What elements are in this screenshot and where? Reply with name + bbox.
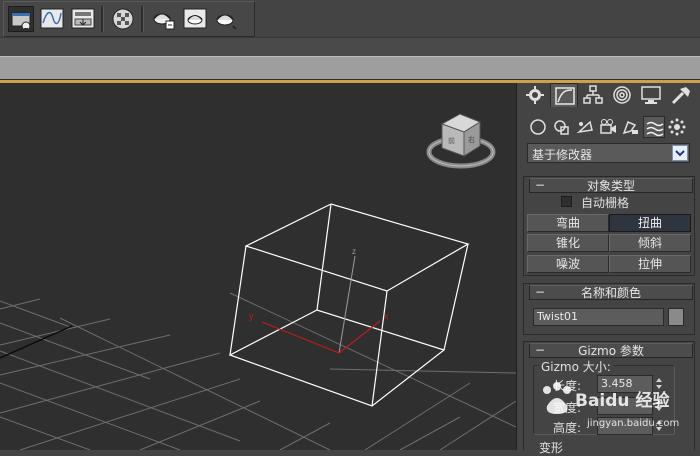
helpers-icon[interactable] <box>620 116 642 138</box>
display-tab-icon[interactable] <box>637 83 665 107</box>
autogrid-label: 自动栅格 <box>581 196 630 210</box>
noise-button[interactable]: 噪波 <box>527 255 609 273</box>
length-spinner[interactable] <box>654 377 664 391</box>
utilities-tab-icon[interactable] <box>666 83 694 107</box>
width-label: 宽度: <box>553 401 582 415</box>
main-toolbar <box>0 0 700 37</box>
systems-icon[interactable] <box>666 116 688 138</box>
z-axis-label: z <box>352 247 356 256</box>
object-type-rollout-header[interactable]: − 对象类型 <box>529 178 693 193</box>
hierarchy-tab-icon[interactable] <box>579 83 607 107</box>
name-color-rollout-header[interactable]: − 名称和颜色 <box>529 285 693 300</box>
command-panel-tabs <box>520 83 698 109</box>
svg-text:前: 前 <box>448 136 455 145</box>
viewcube[interactable]: 前 右 <box>424 110 498 170</box>
create-category-tabs <box>525 116 700 138</box>
command-panel: 基于修改器 − 对象类型 自动栅格 弯曲 扭曲 锥化 倾斜 噪波 拉伸 − 名称… <box>517 83 700 455</box>
x-axis-label: x <box>384 311 389 321</box>
render-setup-icon[interactable] <box>151 6 177 32</box>
object-name-field[interactable]: Twist01 <box>533 308 664 326</box>
scene-explorer-icon[interactable] <box>8 6 34 32</box>
length-field[interactable]: 3.458 <box>597 375 653 393</box>
home-grid <box>0 292 516 450</box>
render-production-icon[interactable] <box>213 6 239 32</box>
name-color-title: 名称和颜色 <box>580 286 641 300</box>
height-field[interactable] <box>597 417 653 435</box>
schematic-view-icon[interactable] <box>70 6 96 32</box>
lights-icon[interactable] <box>574 116 596 138</box>
object-color-swatch[interactable] <box>668 308 684 326</box>
create-tab-icon[interactable] <box>521 83 549 107</box>
ribbon-bar <box>0 56 700 81</box>
gizmo-params-rollout-header[interactable]: − Gizmo 参数 <box>529 343 693 358</box>
category-dropdown[interactable]: 基于修改器 <box>527 143 690 163</box>
category-dropdown-value: 基于修改器 <box>532 148 593 162</box>
object-type-title: 对象类型 <box>586 179 635 193</box>
width-spinner[interactable] <box>654 399 664 413</box>
skew-button[interactable]: 倾斜 <box>609 234 691 252</box>
modify-tab-icon[interactable] <box>550 83 578 107</box>
taper-button[interactable]: 锥化 <box>527 234 609 252</box>
rendered-frame-window-icon[interactable] <box>182 6 208 32</box>
bend-button[interactable]: 弯曲 <box>527 214 609 232</box>
cameras-icon[interactable] <box>597 116 619 138</box>
curve-editor-icon[interactable] <box>39 6 65 32</box>
gizmo-params-title: Gizmo 参数 <box>578 344 644 358</box>
motion-tab-icon[interactable] <box>608 83 636 107</box>
y-axis-label: y <box>249 311 254 321</box>
height-spinner[interactable] <box>654 419 664 433</box>
height-label: 高度: <box>553 421 582 435</box>
space-warps-icon[interactable] <box>643 116 665 138</box>
twist-gizmo[interactable] <box>228 203 470 407</box>
perspective-viewport[interactable]: z y x 前 右 <box>0 83 517 450</box>
geometry-icon[interactable] <box>527 116 549 138</box>
twist-button[interactable]: 扭曲 <box>609 214 691 232</box>
autogrid-checkbox[interactable] <box>561 196 572 207</box>
length-label: 长度: <box>553 379 582 393</box>
secondary-toolbar <box>0 37 700 56</box>
svg-text:右: 右 <box>468 135 475 144</box>
shapes-icon[interactable] <box>551 116 573 138</box>
material-editor-icon[interactable] <box>110 6 136 32</box>
width-field[interactable] <box>597 397 653 415</box>
stretch-button[interactable]: 拉伸 <box>609 255 691 273</box>
deform-label: 变形 <box>539 441 564 455</box>
gizmo-axis-tripod: z y x <box>249 247 389 354</box>
chevron-down-icon[interactable] <box>672 145 688 161</box>
render-toolbar-group <box>3 1 255 37</box>
gizmo-size-label: Gizmo 大小: <box>539 358 613 375</box>
